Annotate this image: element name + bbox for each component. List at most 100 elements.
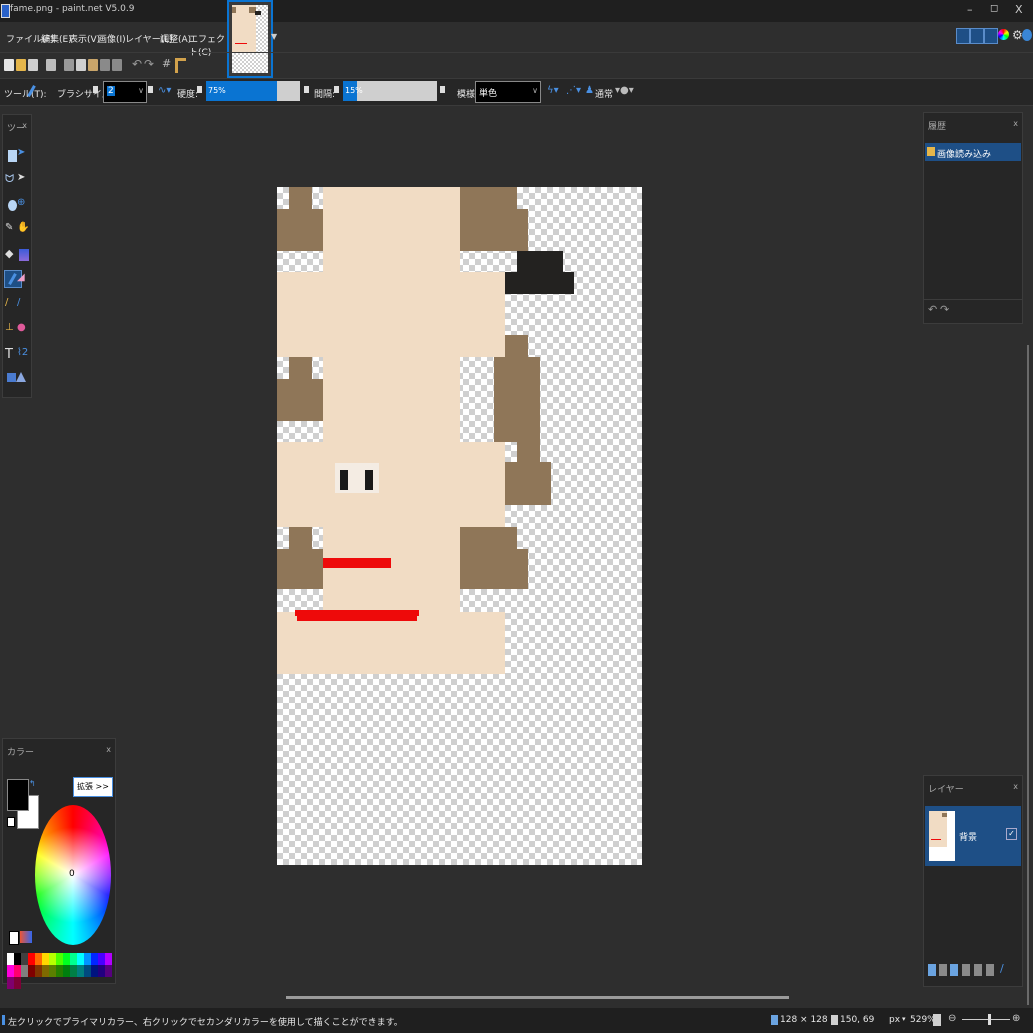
alpha-blending-icon[interactable]: ⋰▾ [566,85,581,96]
palette-swatch[interactable] [91,953,98,965]
palette-swatch[interactable] [7,953,14,965]
move-layer-down-icon[interactable] [986,964,994,976]
color-wheel[interactable]: 0 [35,805,111,945]
recolor-tool-icon[interactable]: ● [17,322,33,338]
palette-swatch[interactable] [42,953,49,965]
palette-swatch[interactable] [7,965,14,977]
tools-toggle-icon[interactable] [956,28,970,44]
gradient-tool-icon[interactable] [17,247,33,263]
shapes-tool-icon[interactable] [7,372,27,388]
zoom-value[interactable]: 529% [910,1015,936,1025]
cut-icon[interactable] [64,59,74,71]
palette-swatch[interactable] [49,953,56,965]
move-layer-up-icon[interactable] [974,964,982,976]
palette-swatch[interactable] [35,953,42,965]
horizontal-scrollbar[interactable] [286,996,789,999]
menu-image[interactable]: 画像(I) [98,32,126,45]
palette-swatch[interactable] [105,965,112,977]
tools-panel-close-icon[interactable]: x [22,121,27,130]
minimize-button[interactable]: – [967,3,973,16]
palette-swatch[interactable] [84,965,91,977]
swap-colors-icon[interactable]: ↰ [29,779,36,788]
palette-swatch[interactable] [63,965,70,977]
menu-edit[interactable]: 編集(E) [41,32,72,45]
zoom-out-icon[interactable]: ⊖ [948,1013,956,1024]
move-pixels-tool-icon[interactable]: ➤ [17,172,33,188]
spacing-increment[interactable] [440,86,445,93]
move-selection-tool-icon[interactable]: ➤ [17,147,33,163]
palette-swatch[interactable] [56,953,63,965]
history-undo-icon[interactable]: ↶ [928,303,937,316]
hardness-decrement[interactable] [197,86,202,93]
blend-mode-icon[interactable]: ♟ [585,85,594,96]
save-icon[interactable] [28,59,38,71]
palette-swatch[interactable] [49,965,56,977]
palette-swatch[interactable] [63,953,70,965]
palette-swatch[interactable] [84,953,91,965]
help-icon[interactable] [1022,29,1032,41]
tab-dropdown-icon[interactable]: ▼ [271,32,277,41]
brush-size-input[interactable]: 2 ∨ [103,81,147,103]
history-panel-close-icon[interactable]: x [1013,119,1018,128]
palette-swatch[interactable] [105,953,112,965]
add-layer-icon[interactable] [928,964,936,976]
history-redo-icon[interactable]: ↷ [940,303,949,316]
palette-swatch[interactable] [21,953,28,965]
spacing-decrement[interactable] [334,86,339,93]
expand-button[interactable]: 拡張 >> [73,777,113,797]
palette-swatch[interactable] [70,953,77,965]
palette-options-icon[interactable] [20,931,32,943]
antialiasing-toggle-icon[interactable]: ϟ▾ [547,85,559,96]
palette-menu-icon[interactable] [9,931,19,945]
deselect-icon[interactable] [112,59,122,71]
palette-swatch[interactable] [42,965,49,977]
zoom-fit-icon[interactable] [933,1014,941,1026]
copy-icon[interactable] [76,59,86,71]
pan-tool-icon[interactable]: ✋ [17,222,33,238]
hardness-slider[interactable]: 75% [206,81,300,101]
palette-swatch[interactable] [56,965,63,977]
undo-icon[interactable]: ↶ [132,57,142,71]
brush-size-increment[interactable] [148,86,153,93]
hardness-increment[interactable] [304,86,309,93]
palette-swatch[interactable] [28,953,35,965]
close-button[interactable]: X [1015,3,1023,16]
blend-mode-value[interactable]: 通常 [595,87,613,100]
reset-colors-icon[interactable] [7,817,15,827]
eraser-tool-icon[interactable]: ◢ [17,272,33,288]
ruler-icon[interactable] [175,58,186,73]
paste-icon[interactable] [88,59,98,71]
image-canvas[interactable] [277,187,642,865]
layers-toggle-icon[interactable] [984,28,998,44]
primary-color-swatch[interactable] [7,779,29,811]
palette-swatch[interactable] [77,965,84,977]
duplicate-layer-icon[interactable] [950,964,958,976]
color-picker-tool-icon[interactable]: / [17,297,33,313]
units-select[interactable]: px [889,1015,900,1025]
merge-layer-icon[interactable] [962,964,970,976]
layer-visibility-checkbox[interactable]: ✓ [1006,828,1017,840]
maximize-button[interactable]: ◻ [990,3,998,14]
palette-swatch[interactable] [35,965,42,977]
sampling-icon[interactable]: ▾●▾ [615,85,634,96]
vertical-scrollbar[interactable] [1027,345,1029,1005]
palette-swatch[interactable] [98,965,105,977]
zoom-slider[interactable] [962,1014,1010,1025]
zoom-slider-thumb[interactable] [988,1014,991,1025]
line-curve-tool-icon[interactable]: ⌇2 [17,347,33,363]
palette-swatch[interactable] [14,965,21,977]
layer-properties-icon[interactable]: / [1000,962,1004,975]
palette-swatch[interactable] [14,953,21,965]
blend-dropdown-icon[interactable]: ∨ [532,86,538,95]
history-toggle-icon[interactable] [970,28,984,44]
palette-swatch[interactable] [28,965,35,977]
palette-swatch[interactable] [77,953,84,965]
delete-layer-icon[interactable] [939,964,947,976]
antialias-icon[interactable]: ∿▾ [158,85,171,96]
color-palette[interactable] [7,953,115,989]
palette-swatch[interactable] [7,977,14,989]
blend-select[interactable]: 単色 ∨ [475,81,541,103]
palette-swatch[interactable] [14,977,21,989]
colors-toggle-icon[interactable] [998,29,1009,40]
layers-panel-close-icon[interactable]: x [1013,782,1018,791]
